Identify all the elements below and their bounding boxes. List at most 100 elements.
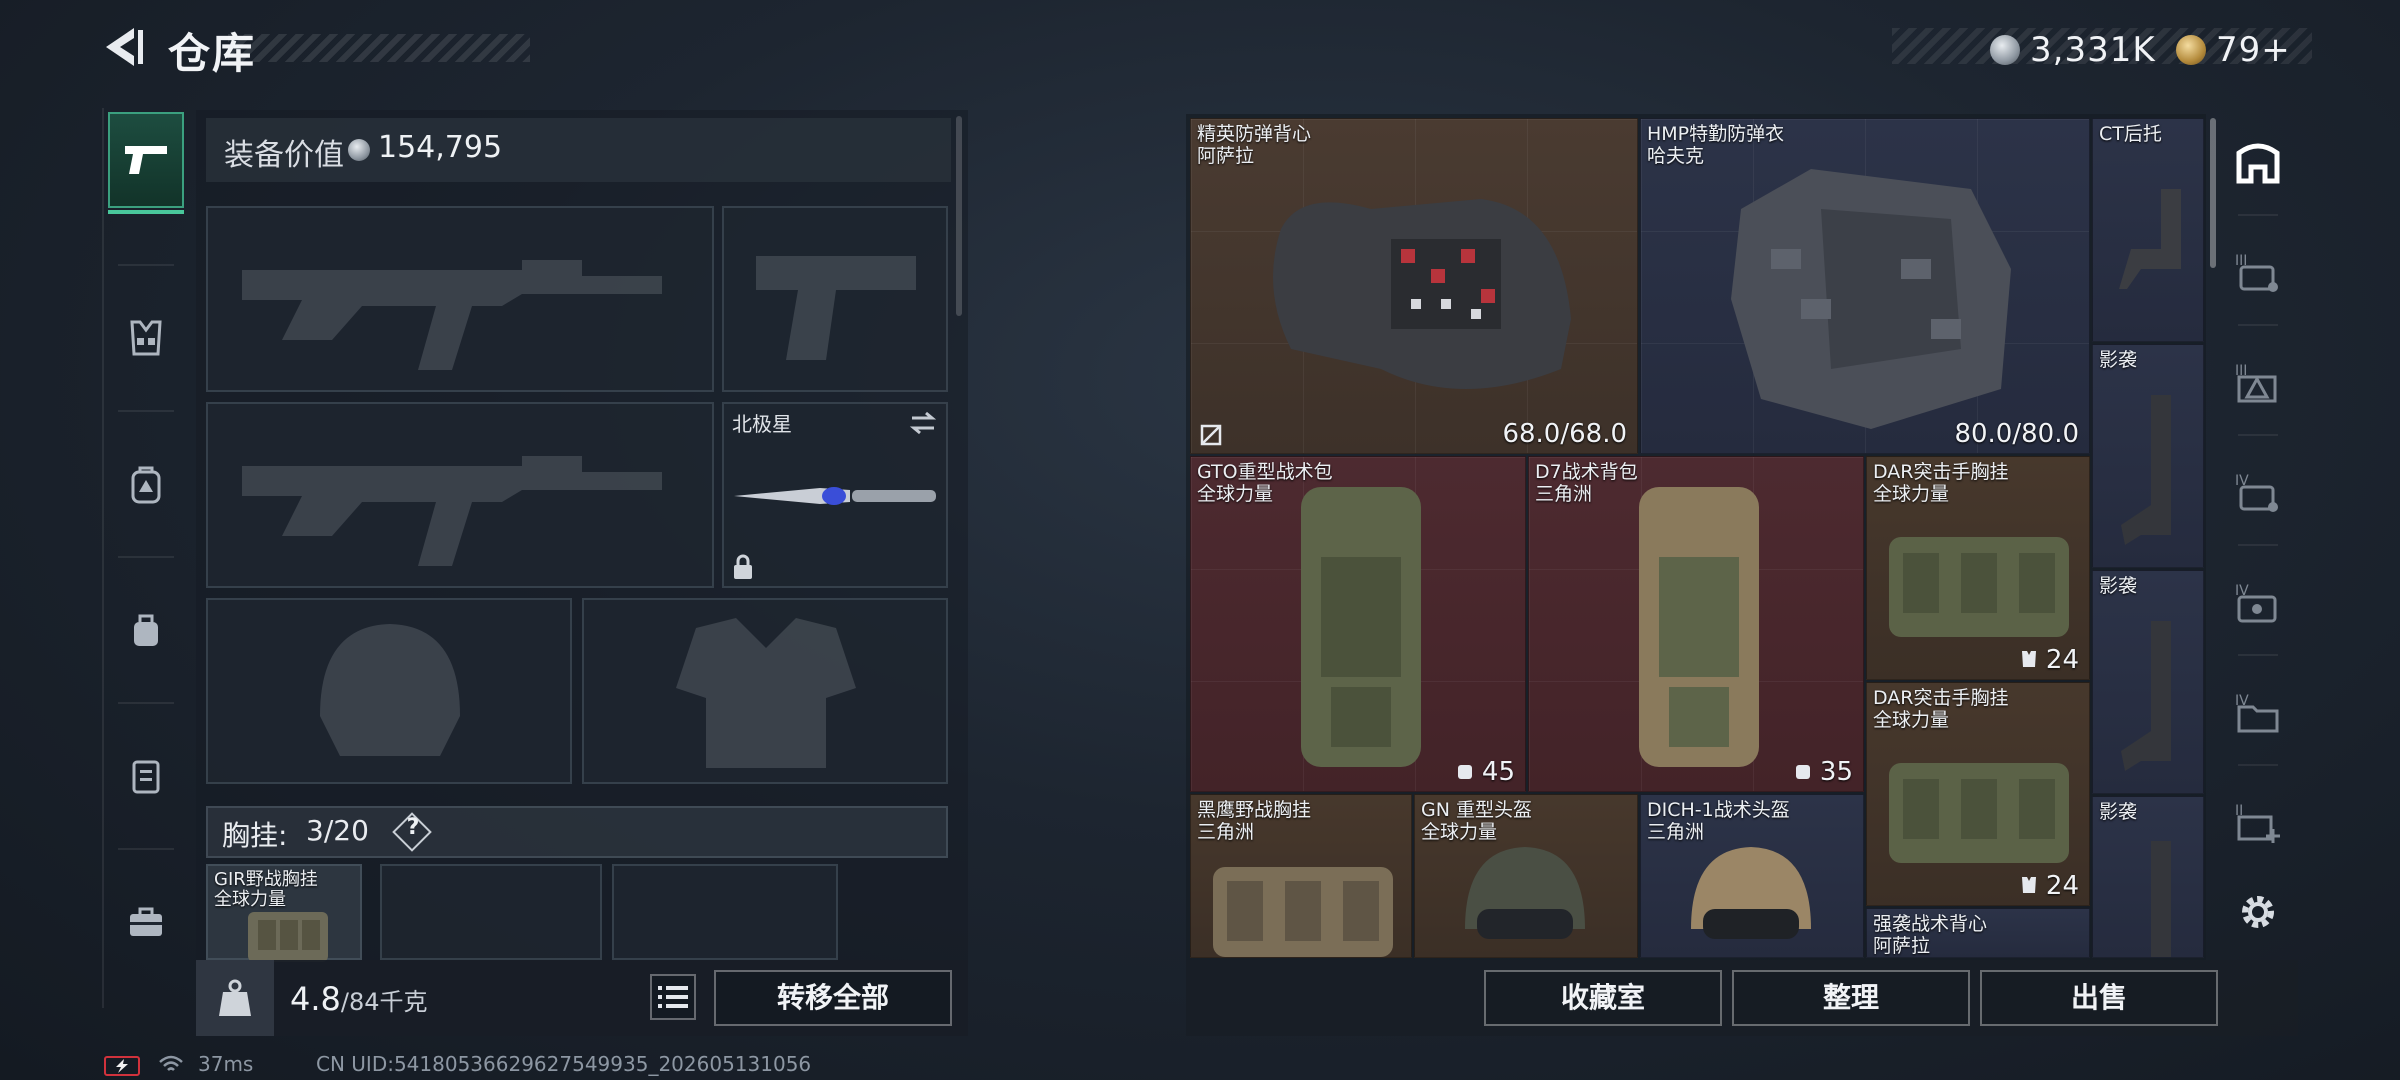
organize-button[interactable]: 整理 [1732, 970, 1970, 1026]
stash-item[interactable]: CT后托 [2092, 118, 2204, 342]
rail-divider [118, 264, 174, 266]
coin-icon [348, 139, 370, 161]
category-chest-rig[interactable] [108, 290, 184, 386]
category-weapons[interactable] [108, 112, 184, 214]
chest-rig-icon [130, 320, 162, 356]
armor-filter-icon [2236, 143, 2280, 184]
category-backpack[interactable] [108, 436, 184, 532]
rig-capacity: 24 [2020, 645, 2079, 675]
stash-item[interactable]: 影袭 [2092, 796, 2204, 958]
token-icon [2176, 35, 2206, 65]
chest-rig-empty-slot[interactable] [612, 864, 838, 960]
wifi-icon [159, 1055, 183, 1071]
chest-rig-empty-slot[interactable] [380, 864, 602, 960]
chest-rig-item[interactable]: GIR野战胸挂 全球力量 [206, 864, 362, 962]
stash-item[interactable]: HMP特勤防弹衣 哈夫克 80.0/80.0 [1640, 118, 2090, 454]
category-rail [102, 108, 192, 1008]
armor-slot[interactable] [582, 598, 948, 784]
category-pouch[interactable] [108, 582, 184, 678]
weight-icon [219, 979, 251, 1016]
rail-divider [118, 702, 174, 704]
rig-capacity: 24 [2020, 871, 2079, 901]
list-view-button[interactable] [650, 974, 696, 1020]
tier-4-folder-icon: IV [2235, 693, 2279, 733]
stash-item[interactable]: D7战术背包 三角洲 35 [1528, 456, 1864, 792]
backpack-capacity: 35 [1794, 757, 1853, 787]
filter-tier-4-container[interactable]: IV [2218, 444, 2298, 540]
capacity-icon [2021, 877, 2036, 893]
sell-button[interactable]: 出售 [1980, 970, 2218, 1026]
stash-item[interactable]: 强袭战术背心 阿萨拉 [1866, 908, 2090, 958]
chest-rig-image [248, 912, 328, 962]
transfer-all-button[interactable]: 转移全部 [714, 970, 952, 1026]
stash-item[interactable]: DAR突击手胸挂 全球力量 24 [1866, 682, 2090, 906]
help-icon: ? [406, 815, 420, 840]
melee-slot[interactable]: 北极星 [722, 402, 948, 588]
primary-weapon-slot[interactable] [206, 206, 714, 392]
back-button[interactable] [100, 24, 146, 70]
stash-item[interactable]: GTO重型战术包 全球力量 45 [1190, 456, 1526, 792]
stash-filter-rail: III III IV IV IV II [2218, 114, 2298, 960]
title-decoration [228, 34, 530, 62]
tier-3-storage-icon: III [2235, 363, 2277, 403]
coin-balance[interactable]: 3,331K [1990, 30, 2156, 70]
filter-all[interactable] [2218, 114, 2298, 210]
collection-room-button[interactable]: 收藏室 [1484, 970, 1722, 1026]
no-repair-icon [1200, 424, 1222, 446]
rail-divider [118, 556, 174, 558]
capacity-icon [2021, 651, 2036, 667]
stash-item[interactable]: 黑鹰野战胸挂 三角洲 [1190, 794, 1412, 958]
settings-button[interactable] [2218, 864, 2298, 960]
stash-item[interactable]: GN 重型头盔 全球力量 [1414, 794, 1638, 958]
equipment-value: 154,795 [378, 130, 503, 165]
token-balance[interactable]: 79+ [2176, 30, 2291, 70]
loadout-scrollbar[interactable] [956, 116, 962, 316]
secondary-weapon-slot[interactable] [206, 402, 714, 588]
stash-scrollbar[interactable] [2210, 118, 2216, 268]
tier-4-case-icon: IV [2235, 473, 2278, 512]
stash-item[interactable]: DICH-1战术头盔 三角洲 [1640, 794, 1864, 958]
sidearm-slot[interactable] [722, 206, 948, 392]
stash-item[interactable]: 精英防弹背心 阿萨拉 68.0/68.0 [1190, 118, 1638, 454]
stock-image [2121, 621, 2171, 771]
equipment-value-label: 装备价值 [224, 138, 344, 173]
case-icon [132, 760, 160, 794]
filter-tier-3-container[interactable]: III [2218, 224, 2298, 320]
chest-rig-image [1213, 867, 1393, 957]
category-armor-case[interactable] [108, 728, 184, 824]
armor-silhouette-icon [676, 618, 856, 768]
pistol-icon [125, 146, 167, 174]
tier-4-storage-icon: IV [2235, 583, 2277, 623]
charging-icon [116, 1059, 128, 1073]
backpack-icon [131, 466, 161, 504]
tactical-vest-image [1731, 169, 2011, 429]
chest-rig-image [1889, 763, 2069, 863]
chest-rig-capacity: 3/20 [306, 814, 369, 847]
filter-tier-3-storage[interactable]: III [2218, 334, 2298, 430]
back-arrow-icon [106, 28, 143, 66]
stock-image [2121, 395, 2171, 545]
category-toolbox[interactable] [108, 874, 184, 970]
helmet-image [1691, 847, 1811, 939]
stock-image [2151, 841, 2171, 957]
filter-tier-4-folder[interactable]: IV [2218, 664, 2298, 760]
stash-item[interactable]: DAR突击手胸挂 全球力量 24 [1866, 456, 2090, 680]
filter-tier-2-add[interactable]: II [2218, 774, 2298, 870]
list-icon [658, 986, 688, 1008]
stash-item[interactable]: 影袭 [2092, 344, 2204, 568]
stock-image [2119, 189, 2181, 289]
helmet-silhouette-icon [320, 624, 460, 756]
swap-icon[interactable] [908, 410, 938, 436]
coin-icon [1990, 35, 2020, 65]
knife-icon [734, 487, 936, 505]
filter-tier-4-storage[interactable]: IV [2218, 554, 2298, 650]
stash-item[interactable]: 影袭 [2092, 570, 2204, 794]
weight-icon-box [196, 960, 274, 1036]
armor-vest-image [1273, 199, 1571, 389]
helmet-slot[interactable] [206, 598, 572, 784]
rail-divider [118, 410, 174, 412]
toolbox-icon [130, 907, 162, 936]
lock-icon [734, 554, 752, 579]
rail-divider [118, 848, 174, 850]
capacity-icon [1795, 765, 1810, 779]
